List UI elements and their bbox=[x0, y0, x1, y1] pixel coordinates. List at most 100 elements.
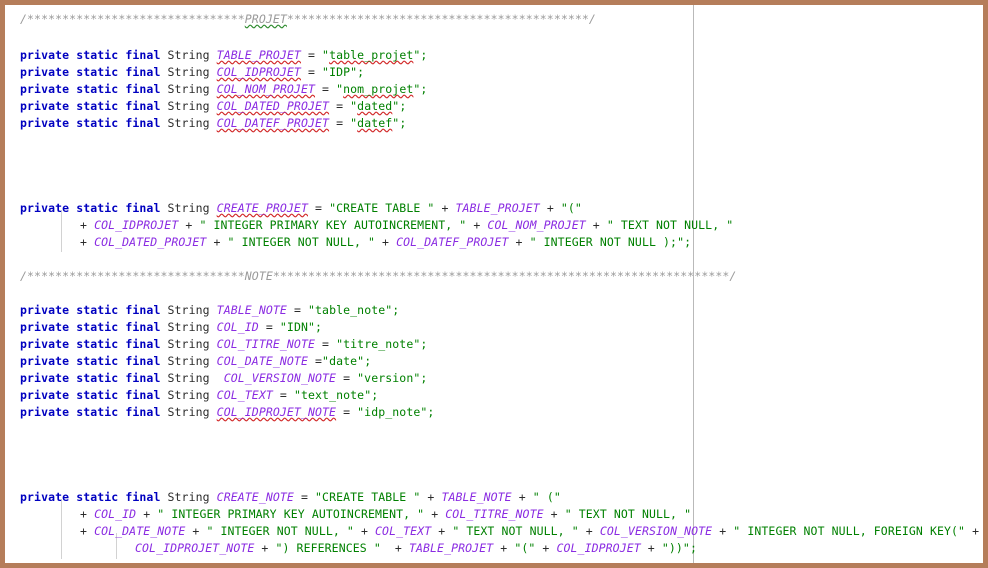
code-token-op: = bbox=[300, 65, 323, 79]
code-token-typ: String bbox=[167, 65, 217, 79]
code-token-str: ") REFERENCES " bbox=[275, 541, 381, 555]
code-token-ident: COL_DATEF_PROJET bbox=[396, 235, 509, 249]
code-line[interactable]: + COL_DATED_PROJET + " INTEGER NOT NULL,… bbox=[80, 234, 691, 251]
code-token-ident: COL_TEXT bbox=[216, 388, 273, 402]
code-token-str: "IDN"; bbox=[279, 320, 323, 334]
code-line[interactable]: /*******************************PROJET**… bbox=[20, 11, 596, 28]
code-token-str: "text_note"; bbox=[293, 388, 379, 402]
code-token-str: " TEXT NOT NULL, " bbox=[452, 524, 579, 538]
code-token-op: + bbox=[185, 524, 207, 538]
code-token-kw: private static final bbox=[20, 303, 168, 317]
code-text-area[interactable]: /*******************************PROJET**… bbox=[5, 5, 983, 563]
code-token-op: + bbox=[178, 218, 200, 232]
code-token-typ: String bbox=[167, 48, 217, 62]
code-token-op: + bbox=[539, 201, 561, 215]
code-token-ident: COL_TITRE_NOTE bbox=[216, 337, 316, 351]
code-line[interactable]: private static final String COL_DATE_NOT… bbox=[20, 353, 371, 370]
code-token-str: " INTEGER NOT NULL, " bbox=[206, 524, 354, 538]
code-line[interactable]: private static final String COL_VERSION_… bbox=[20, 370, 427, 387]
code-token-op: = bbox=[315, 337, 337, 351]
code-token-typ: String bbox=[167, 354, 217, 368]
code-token-ident: COL_DATE_NOTE bbox=[94, 524, 186, 538]
code-token-op: + bbox=[353, 524, 376, 538]
code-token-ident-sp: COL_IDPROJET_NOTE bbox=[216, 405, 337, 419]
code-token-ident-sp: CREATE_PROJET bbox=[216, 201, 308, 215]
code-token-op: + bbox=[493, 541, 515, 555]
code-line[interactable]: + COL_IDPROJET + " INTEGER PRIMARY KEY A… bbox=[80, 217, 733, 234]
code-token-ident: COL_DATED_PROJET bbox=[94, 235, 207, 249]
code-token-ident-sp: COL_IDPROJET bbox=[216, 65, 301, 79]
code-token-kw: private static final bbox=[20, 116, 168, 130]
code-line[interactable]: COL_IDPROJET_NOTE + ") REFERENCES " + TA… bbox=[135, 540, 697, 557]
code-token-typ: String bbox=[167, 405, 217, 419]
code-token-str: " INTEGER PRIMARY KEY AUTOINCREMENT, " bbox=[157, 507, 425, 521]
code-token-op: + bbox=[80, 218, 95, 232]
indent-guide bbox=[61, 499, 62, 559]
code-token-ident: COL_VERSION_NOTE bbox=[599, 524, 713, 538]
code-line[interactable]: private static final String COL_TEXT = "… bbox=[20, 387, 378, 404]
code-line[interactable]: private static final String CREATE_PROJE… bbox=[20, 200, 582, 217]
code-token-kw: private static final bbox=[20, 82, 168, 96]
code-line[interactable]: private static final String COL_ID = "ID… bbox=[20, 319, 322, 336]
code-token-op: + bbox=[80, 507, 95, 521]
code-token-op: = bbox=[300, 48, 323, 62]
code-token-op: + bbox=[585, 218, 607, 232]
code-token-kw: private static final bbox=[20, 320, 168, 334]
code-token-op: + bbox=[434, 201, 456, 215]
code-line[interactable]: + COL_DATE_NOTE + " INTEGER NOT NULL, " … bbox=[80, 523, 979, 540]
code-token-op: + bbox=[965, 524, 980, 538]
code-token-op: = bbox=[307, 354, 323, 368]
code-token-op: + bbox=[640, 541, 662, 555]
code-token-op: + bbox=[466, 218, 488, 232]
code-token-str: "version"; bbox=[357, 371, 428, 385]
code-token-kw: private static final bbox=[20, 99, 168, 113]
code-line[interactable]: private static final String COL_IDPROJET… bbox=[20, 404, 434, 421]
code-token-str-sp: datef bbox=[357, 116, 393, 130]
code-token-str: "date"; bbox=[322, 354, 372, 368]
code-token-ident: COL_DATE_NOTE bbox=[216, 354, 308, 368]
code-token-str: "(" bbox=[560, 201, 582, 215]
code-token-str: " INTEGER NOT NULL, FOREIGN KEY(" bbox=[733, 524, 966, 538]
code-token-ident-sp: COL_NOM_PROJET bbox=[216, 82, 316, 96]
code-token-op: + bbox=[80, 235, 95, 249]
code-token-op: = bbox=[329, 99, 351, 113]
code-token-kw: private static final bbox=[20, 371, 168, 385]
code-line[interactable]: private static final String COL_TITRE_NO… bbox=[20, 336, 427, 353]
code-token-op: = bbox=[315, 82, 337, 96]
code-token-ident: COL_IDPROJET bbox=[94, 218, 179, 232]
code-line[interactable]: + COL_ID + " INTEGER PRIMARY KEY AUTOINC… bbox=[80, 506, 691, 523]
code-token-kw: private static final bbox=[20, 405, 168, 419]
code-line[interactable]: private static final String COL_DATED_PR… bbox=[20, 98, 406, 115]
code-token-op: + bbox=[420, 490, 442, 504]
code-line[interactable]: private static final String TABLE_NOTE =… bbox=[20, 302, 399, 319]
code-token-op: + bbox=[511, 490, 533, 504]
code-token-ident: COL_TITRE_NOTE bbox=[445, 507, 544, 521]
code-token-ident: COL_ID bbox=[216, 320, 259, 334]
code-line[interactable]: /*******************************NOTE****… bbox=[20, 268, 736, 285]
code-token-ident: COL_NOM_PROJET bbox=[487, 218, 586, 232]
code-token-ident: COL_IDPROJET_NOTE bbox=[135, 541, 255, 555]
code-token-kw: private static final bbox=[20, 48, 168, 62]
code-line[interactable]: private static final String COL_NOM_PROJ… bbox=[20, 81, 427, 98]
code-token-str: "table_note"; bbox=[308, 303, 400, 317]
code-token-cmt: NOTE bbox=[244, 269, 273, 283]
code-token-op: = bbox=[336, 405, 358, 419]
code-line[interactable]: private static final String CREATE_NOTE … bbox=[20, 489, 561, 506]
code-token-cmt: ****************************************… bbox=[272, 269, 737, 283]
code-token-op: + bbox=[254, 541, 276, 555]
code-token-typ: String bbox=[167, 490, 217, 504]
code-token-op: = bbox=[286, 303, 308, 317]
code-token-op: + bbox=[206, 235, 228, 249]
code-token-typ: String bbox=[167, 201, 217, 215]
code-token-cmt: /******************************* bbox=[20, 269, 245, 283]
code-token-ident: TABLE_NOTE bbox=[441, 490, 512, 504]
code-token-str: " (" bbox=[532, 490, 561, 504]
code-token-op: + bbox=[431, 524, 453, 538]
code-token-str: "titre_note"; bbox=[336, 337, 428, 351]
code-line[interactable]: private static final String COL_DATEF_PR… bbox=[20, 115, 406, 132]
code-line[interactable]: private static final String COL_IDPROJET… bbox=[20, 64, 364, 81]
code-token-ident: COL_VERSION_NOTE bbox=[216, 371, 337, 385]
code-line[interactable]: private static final String TABLE_PROJET… bbox=[20, 47, 427, 64]
code-token-str-sp: dated bbox=[357, 99, 393, 113]
code-token-str: "idp_note"; bbox=[357, 405, 435, 419]
